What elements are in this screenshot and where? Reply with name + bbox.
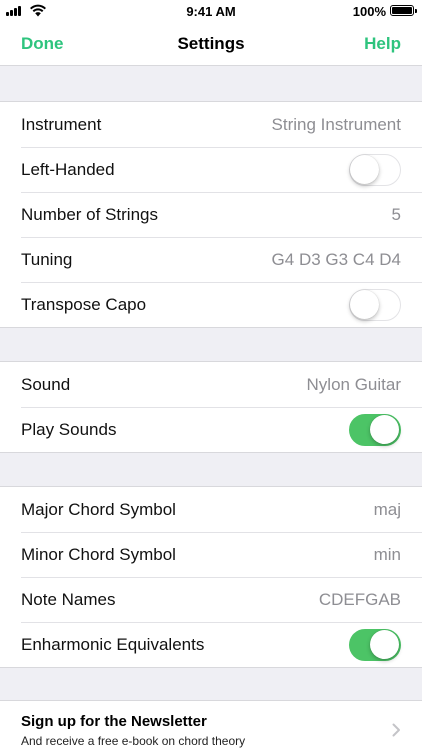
enharmonic-equivalents-row: Enharmonic Equivalents <box>0 622 422 667</box>
left-handed-toggle[interactable] <box>349 153 401 186</box>
instrument-label: Instrument <box>21 114 102 134</box>
newsletter-group: Sign up for the Newsletter And receive a… <box>0 700 422 750</box>
play-sounds-row: Play Sounds <box>0 407 422 452</box>
newsletter-text: Sign up for the Newsletter And receive a… <box>21 713 392 748</box>
notation-settings-group: Major Chord Symbol maj Minor Chord Symbo… <box>0 486 422 668</box>
newsletter-subtitle: And receive a free e-book on chord theor… <box>21 733 246 748</box>
minor-chord-symbol-label: Minor Chord Symbol <box>21 544 176 564</box>
instrument-row[interactable]: Instrument String Instrument <box>0 102 422 147</box>
sound-row[interactable]: Sound Nylon Guitar <box>0 362 422 407</box>
left-handed-row: Left-Handed <box>0 147 422 192</box>
note-names-row[interactable]: Note Names CDEFGAB <box>0 577 422 622</box>
battery-percentage: 100% <box>352 4 386 19</box>
battery-icon <box>390 5 417 16</box>
number-of-strings-value: 5 <box>391 204 401 224</box>
play-sounds-toggle[interactable] <box>349 413 401 446</box>
toggle-knob <box>370 414 399 444</box>
tuning-row[interactable]: Tuning G4 D3 G3 C4 D4 <box>0 237 422 282</box>
number-of-strings-label: Number of Strings <box>21 204 158 224</box>
newsletter-title: Sign up for the Newsletter <box>21 712 207 730</box>
instrument-value: String Instrument <box>271 114 401 134</box>
sound-value: Nylon Guitar <box>306 374 401 394</box>
chevron-right-icon <box>392 723 400 737</box>
number-of-strings-row[interactable]: Number of Strings 5 <box>0 192 422 237</box>
page-title: Settings <box>177 34 245 53</box>
toggle-knob <box>350 289 379 319</box>
enharmonic-equivalents-toggle[interactable] <box>349 628 401 661</box>
sound-label: Sound <box>21 374 71 394</box>
play-sounds-label: Play Sounds <box>21 419 117 439</box>
instrument-settings-group: Instrument String Instrument Left-Handed… <box>0 101 422 328</box>
newsletter-signup-row[interactable]: Sign up for the Newsletter And receive a… <box>0 701 422 750</box>
navigation-bar: Done Settings Help <box>0 22 422 66</box>
sound-settings-group: Sound Nylon Guitar Play Sounds <box>0 361 422 453</box>
major-chord-symbol-row[interactable]: Major Chord Symbol maj <box>0 487 422 532</box>
status-bar: 9:41 AM 100% <box>0 0 422 22</box>
tuning-label: Tuning <box>21 249 73 269</box>
toggle-knob <box>350 154 379 184</box>
major-chord-symbol-label: Major Chord Symbol <box>21 499 176 519</box>
transpose-capo-row: Transpose Capo <box>0 282 422 327</box>
transpose-capo-label: Transpose Capo <box>21 294 147 314</box>
minor-chord-symbol-value: min <box>373 544 401 564</box>
enharmonic-equivalents-label: Enharmonic Equivalents <box>21 634 205 654</box>
help-button[interactable]: Help <box>364 34 401 54</box>
note-names-value: CDEFGAB <box>318 589 401 609</box>
major-chord-symbol-value: maj <box>373 499 401 519</box>
tuning-value: G4 D3 G3 C4 D4 <box>271 249 401 269</box>
note-names-label: Note Names <box>21 589 116 609</box>
transpose-capo-toggle[interactable] <box>349 288 401 321</box>
minor-chord-symbol-row[interactable]: Minor Chord Symbol min <box>0 532 422 577</box>
left-handed-label: Left-Handed <box>21 159 115 179</box>
toggle-knob <box>370 629 399 659</box>
